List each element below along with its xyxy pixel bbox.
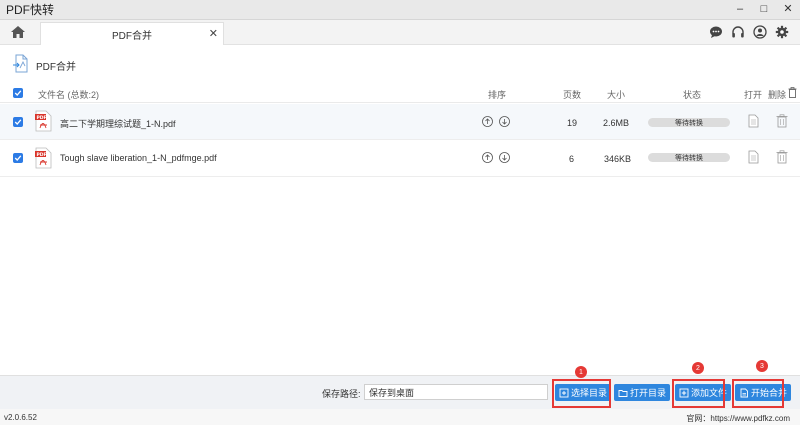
header-sort: 排序 [488,90,507,100]
chat-icon[interactable] [708,24,724,40]
row-checkbox[interactable] [13,117,23,127]
window-controls: – □ ✕ [734,2,794,16]
move-up-icon[interactable] [482,152,493,163]
row-size: 346KB [604,154,632,164]
minimize-button[interactable]: – [734,2,746,16]
step-badge-2: 2 [692,362,704,374]
step-badge-1: 1 [575,366,587,378]
status-badge: 等待转换 [648,118,730,127]
row-filename: Tough slave liberation_1-N_pdfmge.pdf [60,153,217,163]
move-down-icon[interactable] [499,116,510,127]
delete-all-icon[interactable] [788,87,797,100]
headset-icon[interactable] [730,24,746,40]
tab-pdf-merge[interactable]: PDF合并 ✕ [40,22,224,45]
home-icon[interactable] [10,24,26,40]
status-text: 等待转换 [675,119,703,127]
page-header: PDF合并 [12,54,76,77]
app-title: PDF快转 [6,3,55,17]
highlight-box-2 [672,379,725,408]
open-file-icon[interactable] [748,150,759,167]
user-icon[interactable] [752,24,768,40]
table-row: PDF Tough slave liberation_1-N_pdfmge.pd… [0,141,800,177]
header-size: 大小 [607,90,626,100]
tab-close-icon[interactable]: ✕ [209,27,218,40]
folder-icon [618,389,628,397]
status-badge: 等待转换 [648,153,730,162]
table-header: 文件名 (总数:2) 排序 页数 大小 状态 打开 删除 [0,85,800,103]
save-path-input[interactable] [364,384,548,400]
delete-row-icon[interactable] [776,150,788,167]
move-down-icon[interactable] [499,152,510,163]
move-up-icon[interactable] [482,116,493,127]
header-open: 打开 [744,90,763,100]
row-pages: 6 [569,154,575,164]
pdf-file-icon: PDF [35,147,52,172]
page-title: PDF合并 [36,61,76,73]
save-path-label: 保存路径: [322,389,361,399]
highlight-box-1 [552,379,611,408]
top-toolbar [708,24,790,40]
header-delete: 删除 [768,90,787,100]
header-pages: 页数 [563,90,582,100]
row-checkbox[interactable] [13,153,23,163]
select-all-checkbox[interactable] [13,88,23,98]
delete-row-icon[interactable] [776,114,788,131]
step-badge-3: 3 [756,360,768,372]
title-bar: PDF快转 – □ ✕ [0,0,800,20]
settings-gear-icon[interactable] [774,24,790,40]
open-file-icon[interactable] [748,114,759,131]
highlight-box-3 [732,379,784,408]
header-status: 状态 [683,90,702,100]
row-size: 2.6MB [603,118,630,128]
row-filename: 高二下学期理综试题_1-N.pdf [60,119,176,129]
header-filename: 文件名 (总数:2) [38,90,100,100]
tab-bar: PDF合并 ✕ [0,20,800,45]
svg-text:PDF: PDF [37,115,47,121]
status-bar: v2.0.6.52 官网：https://www.pdfkz.com [0,409,800,425]
open-directory-button[interactable]: 打开目录 [614,384,671,401]
pdf-file-icon: PDF [35,110,52,135]
status-text: 等待转换 [675,154,703,162]
close-window-button[interactable]: ✕ [782,2,794,16]
version-label: v2.0.6.52 [4,413,37,422]
row-pages: 19 [567,118,578,128]
bottom-toolbar: 保存路径: 选择目录 打开目录 添加文件 开始合并 [0,375,800,409]
maximize-button[interactable]: □ [758,2,770,16]
svg-text:PDF: PDF [37,152,47,158]
tab-label: PDF合并 [112,30,152,42]
merge-doc-icon [12,54,30,77]
table-row: PDF 高二下学期理综试题_1-N.pdf 19 2.6MB 等待转换 [0,104,800,140]
open-directory-label: 打开目录 [630,388,667,398]
website-link[interactable]: 官网：https://www.pdfkz.com [686,413,790,424]
